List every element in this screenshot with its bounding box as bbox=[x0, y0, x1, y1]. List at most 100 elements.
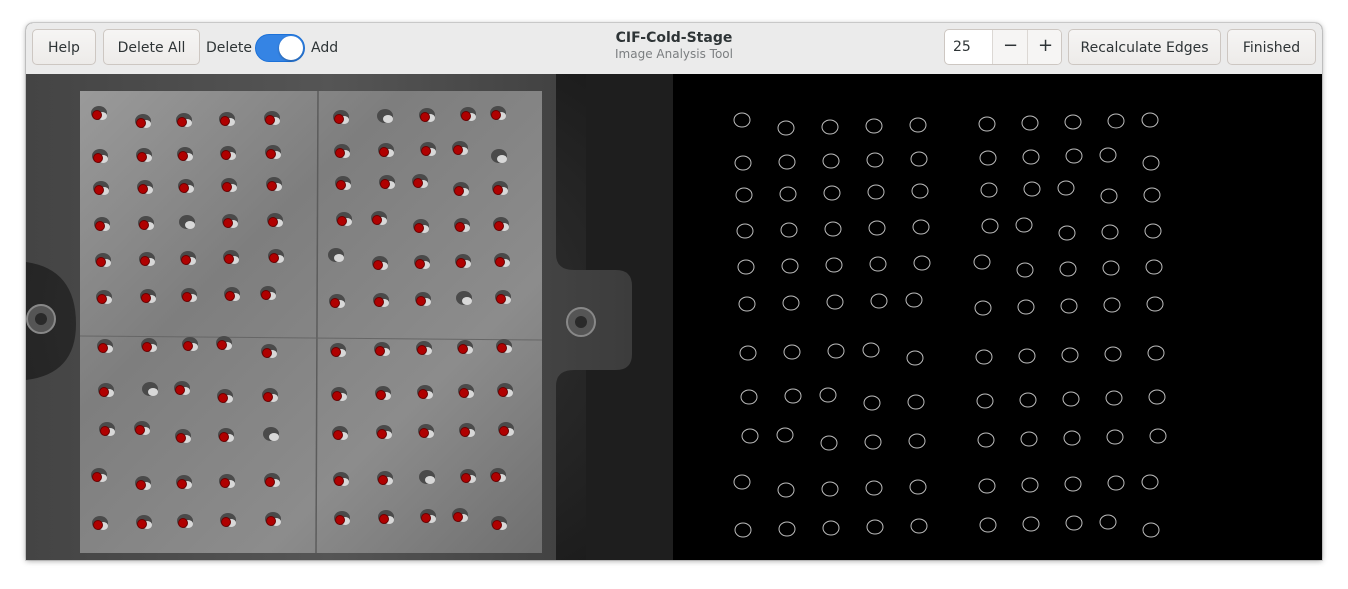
droplet-marker[interactable] bbox=[265, 477, 275, 487]
droplet-marker[interactable] bbox=[498, 387, 508, 397]
droplet-marker[interactable] bbox=[418, 389, 428, 399]
droplet-marker[interactable] bbox=[95, 221, 105, 231]
droplet-marker[interactable] bbox=[499, 426, 509, 436]
droplet-marker[interactable] bbox=[421, 146, 431, 156]
droplet-marker[interactable] bbox=[374, 297, 384, 307]
droplet-marker[interactable] bbox=[420, 112, 430, 122]
droplet-marker[interactable] bbox=[268, 217, 278, 227]
droplet-marker[interactable] bbox=[453, 512, 463, 522]
sample-photo-pane[interactable] bbox=[26, 74, 673, 560]
spinner-value[interactable]: 25 bbox=[945, 30, 992, 64]
droplet-marker[interactable] bbox=[137, 152, 147, 162]
droplet-marker[interactable] bbox=[221, 517, 231, 527]
droplet-marker[interactable] bbox=[454, 186, 464, 196]
droplet-marker[interactable] bbox=[332, 391, 342, 401]
droplet-marker[interactable] bbox=[377, 429, 387, 439]
droplet-marker[interactable] bbox=[262, 348, 272, 358]
droplet-marker[interactable] bbox=[261, 290, 271, 300]
droplet-marker[interactable] bbox=[220, 116, 230, 126]
droplet-marker[interactable] bbox=[375, 346, 385, 356]
droplet-marker[interactable] bbox=[99, 387, 109, 397]
droplet-marker[interactable] bbox=[414, 223, 424, 233]
droplet-marker[interactable] bbox=[417, 345, 427, 355]
droplet-marker[interactable] bbox=[218, 393, 228, 403]
droplet-marker[interactable] bbox=[456, 258, 466, 268]
droplet-marker[interactable] bbox=[94, 185, 104, 195]
droplet-marker[interactable] bbox=[266, 149, 276, 159]
droplet-marker[interactable] bbox=[267, 181, 277, 191]
droplet-marker[interactable] bbox=[459, 388, 469, 398]
edge-threshold-spinner[interactable]: 25 − + bbox=[944, 29, 1062, 65]
droplet-marker[interactable] bbox=[497, 343, 507, 353]
droplet-marker[interactable] bbox=[421, 513, 431, 523]
droplet-marker[interactable] bbox=[491, 110, 501, 120]
help-button[interactable]: Help bbox=[32, 29, 96, 65]
droplet-marker[interactable] bbox=[376, 390, 386, 400]
droplet-marker[interactable] bbox=[176, 433, 186, 443]
droplet-marker[interactable] bbox=[496, 294, 506, 304]
droplet-marker[interactable] bbox=[98, 343, 108, 353]
droplet-marker[interactable] bbox=[265, 115, 275, 125]
droplet-marker[interactable] bbox=[177, 117, 187, 127]
droplet-marker[interactable] bbox=[379, 147, 389, 157]
droplet-marker[interactable] bbox=[373, 260, 383, 270]
droplet-marker[interactable] bbox=[93, 153, 103, 163]
droplet-marker[interactable] bbox=[458, 344, 468, 354]
droplet-marker[interactable] bbox=[179, 183, 189, 193]
image-canvas[interactable] bbox=[26, 74, 1322, 560]
droplet-marker[interactable] bbox=[335, 515, 345, 525]
droplet-marker[interactable] bbox=[331, 347, 341, 357]
droplet-marker[interactable] bbox=[493, 185, 503, 195]
droplet-marker[interactable] bbox=[142, 342, 152, 352]
droplet-marker[interactable] bbox=[494, 221, 504, 231]
droplet-marker[interactable] bbox=[413, 178, 423, 188]
droplet-marker[interactable] bbox=[182, 292, 192, 302]
droplet-marker[interactable] bbox=[217, 340, 227, 350]
droplet-marker[interactable] bbox=[93, 520, 103, 530]
droplet-marker[interactable] bbox=[461, 473, 471, 483]
droplet-marker[interactable] bbox=[138, 184, 148, 194]
droplet-marker[interactable] bbox=[100, 426, 110, 436]
droplet-marker[interactable] bbox=[96, 257, 106, 267]
droplet-marker[interactable] bbox=[378, 475, 388, 485]
droplet-marker[interactable] bbox=[266, 516, 276, 526]
droplet-marker[interactable] bbox=[178, 518, 188, 528]
droplet-marker[interactable] bbox=[334, 114, 344, 124]
droplet-marker[interactable] bbox=[461, 111, 471, 121]
droplet-marker[interactable] bbox=[453, 145, 463, 155]
droplet-marker[interactable] bbox=[136, 480, 146, 490]
droplet-marker[interactable] bbox=[336, 180, 346, 190]
droplet-marker[interactable] bbox=[379, 514, 389, 524]
droplet-marker[interactable] bbox=[140, 256, 150, 266]
droplet-marker[interactable] bbox=[178, 151, 188, 161]
droplet-marker[interactable] bbox=[92, 472, 102, 482]
recalculate-edges-button[interactable]: Recalculate Edges bbox=[1068, 29, 1221, 65]
droplet-marker[interactable] bbox=[330, 298, 340, 308]
droplet-marker[interactable] bbox=[224, 254, 234, 264]
droplet-marker[interactable] bbox=[380, 179, 390, 189]
droplet-marker[interactable] bbox=[415, 259, 425, 269]
droplet-marker[interactable] bbox=[92, 110, 102, 120]
droplet-marker[interactable] bbox=[491, 472, 501, 482]
droplet-marker[interactable] bbox=[221, 150, 231, 160]
droplet-marker[interactable] bbox=[136, 118, 146, 128]
droplet-marker[interactable] bbox=[333, 430, 343, 440]
droplet-marker[interactable] bbox=[455, 222, 465, 232]
droplet-marker[interactable] bbox=[220, 478, 230, 488]
droplet-marker[interactable] bbox=[177, 479, 187, 489]
droplet-marker[interactable] bbox=[335, 148, 345, 158]
decrement-button[interactable]: − bbox=[992, 30, 1028, 64]
droplet-marker[interactable] bbox=[183, 341, 193, 351]
finished-button[interactable]: Finished bbox=[1227, 29, 1316, 65]
delete-all-button[interactable]: Delete All bbox=[103, 29, 200, 65]
droplet-marker[interactable] bbox=[137, 519, 147, 529]
droplet-marker[interactable] bbox=[223, 218, 233, 228]
droplet-marker[interactable] bbox=[175, 385, 185, 395]
droplet-marker[interactable] bbox=[263, 392, 273, 402]
droplet-marker[interactable] bbox=[135, 425, 145, 435]
droplet-marker[interactable] bbox=[372, 215, 382, 225]
droplet-marker[interactable] bbox=[492, 520, 502, 530]
droplet-marker[interactable] bbox=[416, 296, 426, 306]
mode-toggle-switch[interactable] bbox=[255, 34, 305, 62]
droplet-marker[interactable] bbox=[141, 293, 151, 303]
